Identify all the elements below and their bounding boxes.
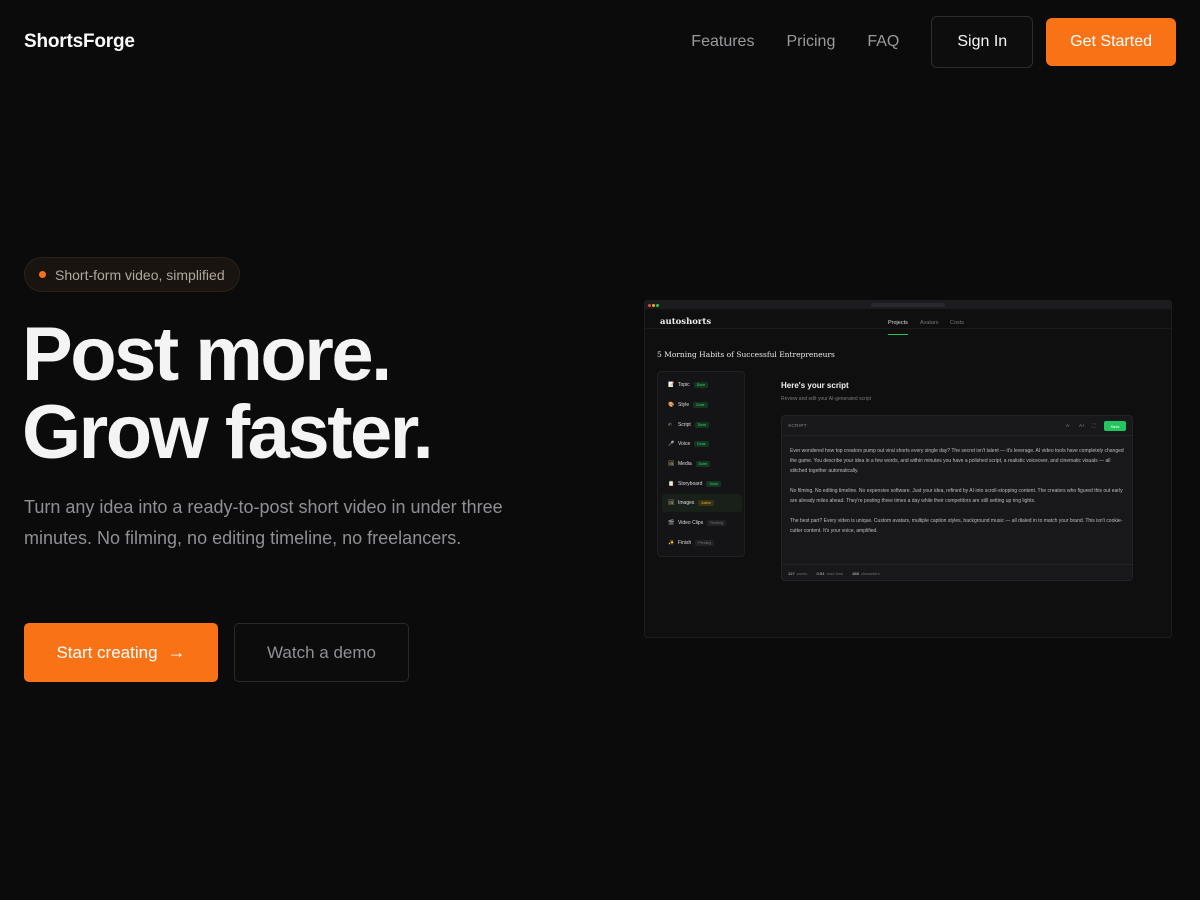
window-minimize-dot-icon — [652, 303, 655, 307]
headline-line-1: Post more. — [22, 312, 392, 397]
editor-label: SCRIPT — [788, 423, 807, 428]
step-status-badge: Done — [694, 422, 710, 428]
step-label: Storyboard — [678, 481, 703, 487]
stat-label: words — [796, 571, 808, 576]
hero-headline: Post more. Grow faster. — [22, 312, 434, 475]
arrow-right-icon: → — [167, 642, 186, 662]
window-zoom-dot-icon — [656, 303, 659, 307]
step-status-badge: Done — [706, 481, 721, 487]
preview-save-button: Save — [1104, 421, 1126, 431]
step-status-badge: Done — [695, 461, 710, 467]
fullscreen-icon: ⛶ — [1092, 423, 1096, 428]
preview-tab-avatars: Avatars — [920, 320, 939, 326]
badge-dot-icon — [39, 271, 46, 278]
step-label: Finish — [678, 540, 692, 546]
get-started-button[interactable]: Get Started — [1046, 18, 1176, 66]
stat-value: 0:51 — [816, 571, 825, 576]
step-media: 🖼 Media Done — [662, 455, 742, 473]
step-label: Video Clips — [678, 520, 704, 526]
word-count: 127 words — [788, 571, 807, 576]
editor-text: Ever wondered how top creators pump out … — [790, 446, 1128, 546]
writing-hand-icon: ✍ — [668, 422, 673, 428]
editor-header: SCRIPT A- A+ ⛶ Save — [782, 416, 1132, 436]
step-status-badge: Done — [693, 382, 709, 388]
step-label: Media — [678, 461, 692, 467]
editor-stats: 127 words 0:51 read time 888 characters — [782, 564, 1132, 581]
step-status-badge: Pending — [707, 520, 727, 526]
step-status-badge: Done — [694, 441, 709, 447]
preview-titlebar — [645, 301, 1171, 309]
step-script: ✍ Script Done — [662, 416, 742, 434]
step-images: 🖼 Images Active — [662, 494, 742, 512]
sparkles-icon: ✨ — [668, 540, 675, 546]
step-label: Script — [678, 422, 691, 428]
preview-nav: autoshorts Projects Avatars Costs — [645, 309, 1171, 335]
step-label: Style — [678, 402, 690, 408]
start-creating-label: Start creating — [56, 642, 158, 662]
preview-url-bar — [871, 303, 945, 307]
microphone-icon: 🎤 — [668, 441, 675, 447]
stat-label: read time — [826, 571, 844, 576]
nav-link-pricing[interactable]: Pricing — [786, 33, 835, 51]
clipboard-icon: 📋 — [668, 481, 675, 487]
headline-line-2: Grow faster. — [22, 390, 434, 475]
step-storyboard: 📋 Storyboard Done — [662, 475, 742, 493]
stat-label: characters — [861, 571, 880, 576]
preview-project-title: 5 Morning Habits of Successful Entrepren… — [657, 350, 835, 359]
preview-step-list: 📝 Topic Done 🎨 Style Done ✍ Script Done … — [657, 371, 745, 557]
character-count: 888 characters — [852, 571, 879, 576]
nav-link-features[interactable]: Features — [691, 33, 754, 51]
step-style: 🎨 Style Done — [662, 396, 742, 414]
font-decrease-icon: A- — [1066, 423, 1071, 428]
badge-label: Short-form video, simplified — [55, 266, 225, 283]
script-paragraph: No filming. No editing timeline. No expe… — [790, 488, 1123, 504]
picture-icon: 🖼 — [668, 461, 675, 467]
hero-badge: Short-form video, simplified — [24, 257, 240, 292]
preview-script-editor: SCRIPT A- A+ ⛶ Save Ever wondered how to… — [781, 415, 1133, 581]
step-finish: ✨ Finish Pending — [662, 534, 742, 552]
font-increase-icon: A+ — [1079, 423, 1085, 428]
script-paragraph: Ever wondered how top creators pump out … — [790, 448, 1124, 474]
step-status-badge: Active — [698, 500, 714, 506]
preview-script-heading: Here's your script — [781, 381, 849, 390]
step-label: Images — [678, 500, 695, 506]
app-preview-screenshot: autoshorts Projects Avatars Costs 5 Morn… — [644, 300, 1172, 638]
preview-tab-costs: Costs — [950, 320, 965, 326]
sign-in-button[interactable]: Sign In — [931, 16, 1034, 68]
window-close-dot-icon — [648, 303, 651, 307]
script-paragraph: The best part? Every video is unique. Cu… — [790, 518, 1123, 534]
step-video-clips: 🎬 Video Clips Pending — [662, 514, 742, 532]
step-label: Voice — [678, 441, 691, 447]
preview-tab-indicator — [888, 334, 908, 335]
step-topic: 📝 Topic Done — [662, 376, 742, 394]
start-creating-button[interactable]: Start creating → — [24, 623, 218, 682]
notepad-icon: 📝 — [668, 382, 675, 388]
nav-links: Features Pricing FAQ Sign In Get Started — [691, 16, 1176, 68]
palette-icon: 🎨 — [668, 402, 675, 408]
step-voice: 🎤 Voice Done — [662, 435, 742, 453]
watch-demo-button[interactable]: Watch a demo — [234, 623, 409, 682]
hero-subtitle: Turn any idea into a ready-to-post short… — [24, 497, 503, 548]
preview-tab-projects: Projects — [888, 320, 908, 326]
nav-link-faq[interactable]: FAQ — [867, 33, 899, 51]
read-time: 0:51 read time — [816, 571, 843, 576]
step-status-badge: Pending — [695, 540, 715, 546]
top-nav: ShortsForge Features Pricing FAQ Sign In… — [0, 0, 1200, 84]
step-label: Topic — [678, 382, 690, 388]
stat-value: 127 — [788, 571, 795, 576]
preview-logo: autoshorts — [660, 317, 712, 327]
preview-script-subtitle: Review and edit your AI-generated script — [781, 396, 872, 402]
stat-value: 888 — [852, 571, 859, 576]
step-status-badge: Done — [693, 402, 708, 408]
picture-icon: 🖼 — [668, 500, 675, 506]
brand-logo[interactable]: ShortsForge — [24, 31, 135, 53]
clapperboard-icon: 🎬 — [668, 520, 675, 526]
